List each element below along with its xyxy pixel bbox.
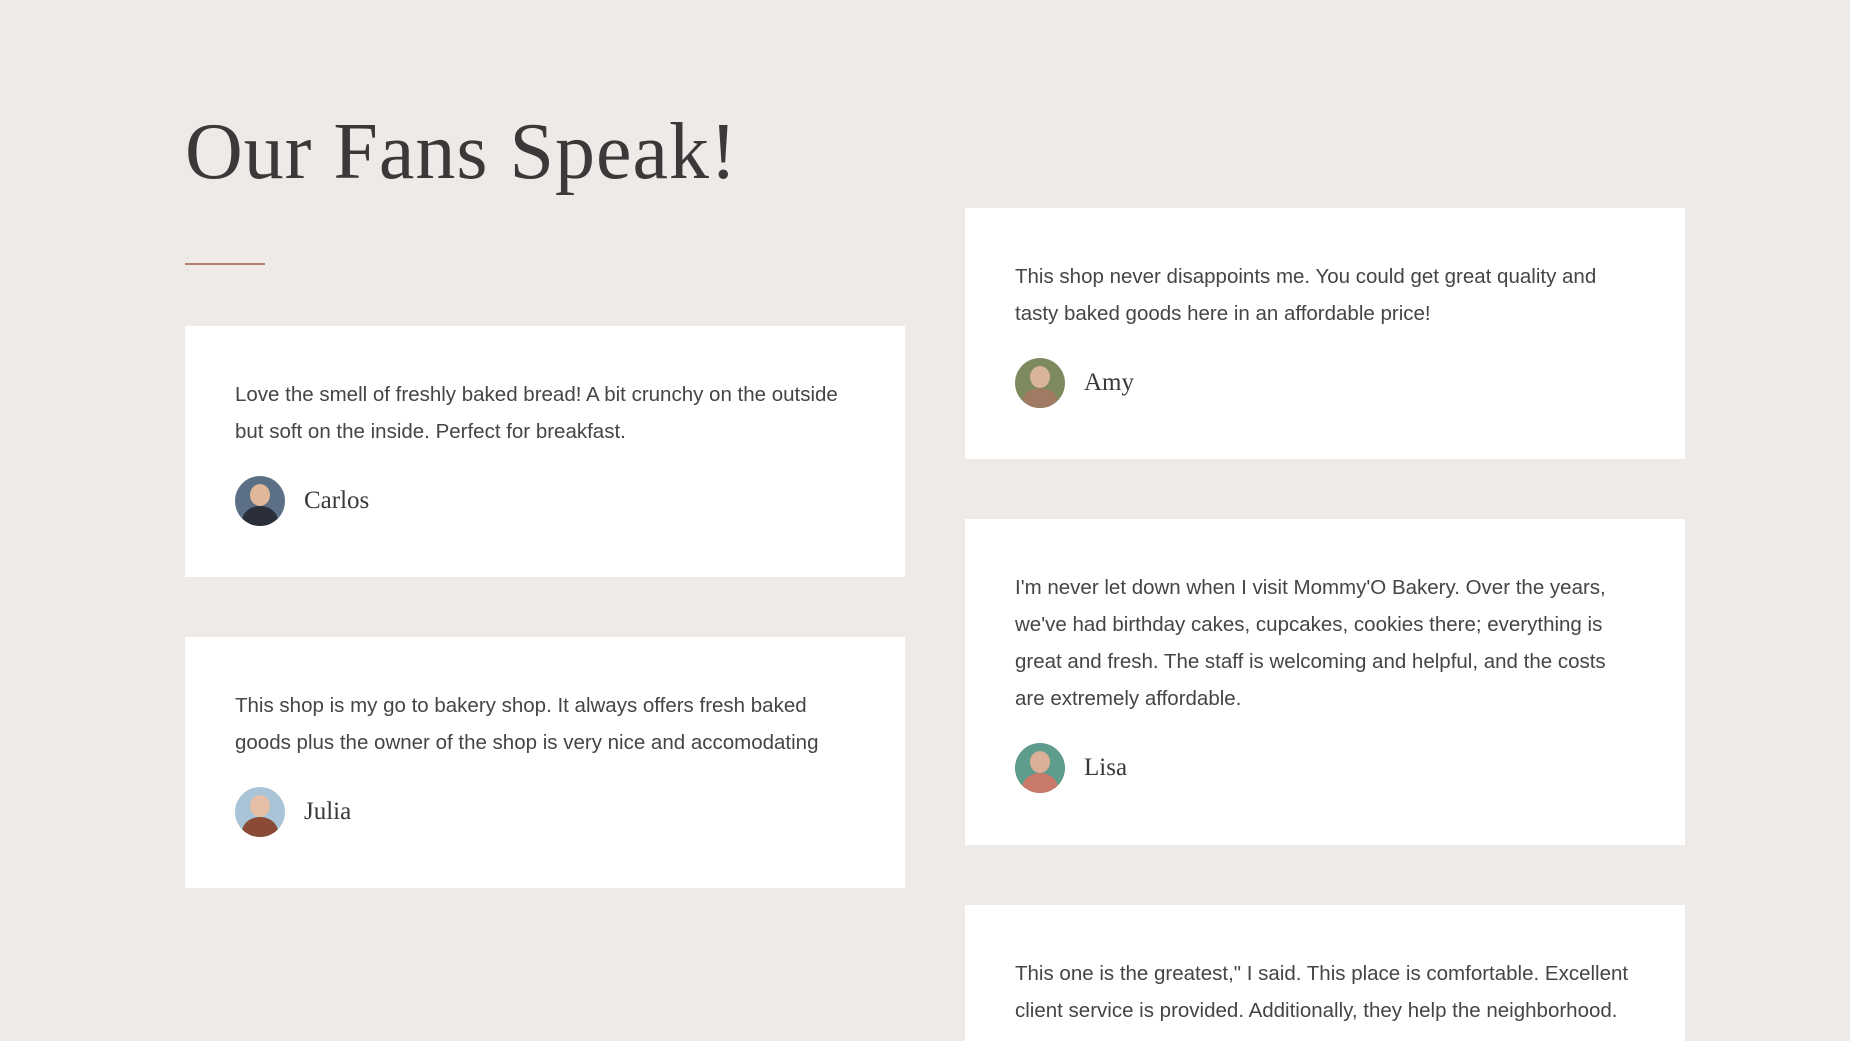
- testimonial-card: This shop never disappoints me. You coul…: [965, 208, 1685, 459]
- testimonial-quote: Love the smell of freshly baked bread! A…: [235, 383, 838, 443]
- avatar-icon: [235, 476, 285, 526]
- testimonial-quote: This shop never disappoints me. You coul…: [1015, 265, 1597, 325]
- testimonial-card: I'm never let down when I visit Mommy'O …: [965, 519, 1685, 845]
- avatar-icon: [235, 787, 285, 837]
- testimonial-card: Love the smell of freshly baked bread! A…: [185, 326, 905, 577]
- avatar-icon: [1015, 358, 1065, 408]
- testimonial-quote: This one is the greatest," I said. This …: [1015, 962, 1629, 1022]
- testimonial-card: This one is the greatest," I said. This …: [965, 905, 1685, 1041]
- title-divider: [185, 263, 265, 265]
- author-name: Carlos: [304, 487, 370, 514]
- testimonial-author: Amy: [1015, 358, 1635, 408]
- testimonial-author: Carlos: [235, 476, 855, 526]
- testimonial-quote: This shop is my go to bakery shop. It al…: [235, 694, 819, 754]
- testimonial-author: Lisa: [1015, 743, 1635, 793]
- avatar-icon: [1015, 743, 1065, 793]
- author-name: Amy: [1084, 369, 1134, 396]
- section-title: Our Fans Speak!: [185, 108, 738, 196]
- testimonial-quote: I'm never let down when I visit Mommy'O …: [1015, 576, 1606, 710]
- testimonial-card: This shop is my go to bakery shop. It al…: [185, 637, 905, 888]
- author-name: Lisa: [1084, 754, 1128, 781]
- testimonial-author: Julia: [235, 787, 855, 837]
- author-name: Julia: [304, 798, 352, 825]
